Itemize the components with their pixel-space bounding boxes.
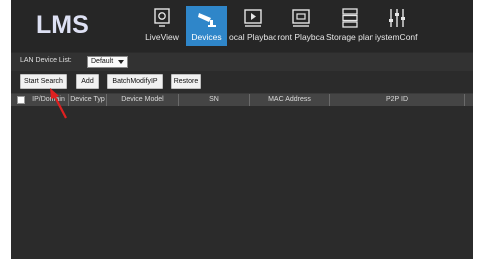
nav-local-playback-label: ocal Playbac xyxy=(229,32,276,42)
nav-system-config-label: iystemConfi( xyxy=(375,32,418,42)
column-header-device-model[interactable]: Device Model xyxy=(107,94,179,106)
column-header-mac-address[interactable]: MAC Address xyxy=(250,94,330,106)
column-header-sn[interactable]: SN xyxy=(179,94,250,106)
chevron-down-icon xyxy=(118,60,124,64)
front-playback-icon xyxy=(292,9,310,27)
device-list-bar: LAN Device List: Default xyxy=(11,53,473,71)
device-list-selected: Default xyxy=(91,58,114,65)
top-nav-bar: LMS LiveView Devices ocal Playbac ront P… xyxy=(11,0,473,52)
device-list-select[interactable]: Default xyxy=(87,56,128,68)
nav-storage-plan-label: Storage plan xyxy=(326,32,373,42)
nav-system-config[interactable]: iystemConfi( xyxy=(375,6,418,46)
column-header-device-type[interactable]: Device Typ xyxy=(69,94,107,106)
device-table-header: IP/Domain Device Typ Device Model SN MAC… xyxy=(11,93,473,106)
nav-front-playback[interactable]: ront Playbca xyxy=(277,6,325,46)
lms-logo: LMS xyxy=(36,11,89,39)
add-button[interactable]: Add xyxy=(76,74,99,89)
select-all-checkbox[interactable] xyxy=(17,96,25,104)
batch-modify-ip-button[interactable]: BatchModifyIP xyxy=(107,74,163,89)
device-list-label: LAN Device List: xyxy=(20,57,72,64)
local-playback-icon xyxy=(243,9,262,27)
restore-button[interactable]: Restore xyxy=(171,74,201,89)
nav-local-playback[interactable]: ocal Playbac xyxy=(229,6,276,46)
device-table-body xyxy=(11,106,473,259)
action-toolbar: Start Search Add BatchModifyIP Restore xyxy=(11,72,473,92)
column-header-p2p-id[interactable]: P2P ID xyxy=(330,94,465,106)
liveview-icon xyxy=(154,8,170,27)
nav-devices[interactable]: Devices xyxy=(186,6,227,46)
nav-liveview[interactable]: LiveView xyxy=(142,6,182,46)
column-header-ip-domain[interactable]: IP/Domain xyxy=(29,94,69,106)
nav-liveview-label: LiveView xyxy=(145,32,179,42)
system-config-icon xyxy=(388,9,405,27)
nav-devices-label: Devices xyxy=(191,32,222,42)
storage-plan-icon xyxy=(341,8,358,28)
nav-storage-plan[interactable]: Storage plan xyxy=(326,6,373,46)
devices-icon xyxy=(197,13,216,27)
start-search-button[interactable]: Start Search xyxy=(20,74,67,89)
lms-window: LMS LiveView Devices ocal Playbac ront P… xyxy=(11,0,473,259)
nav-front-playback-label: ront Playbca xyxy=(277,32,325,42)
